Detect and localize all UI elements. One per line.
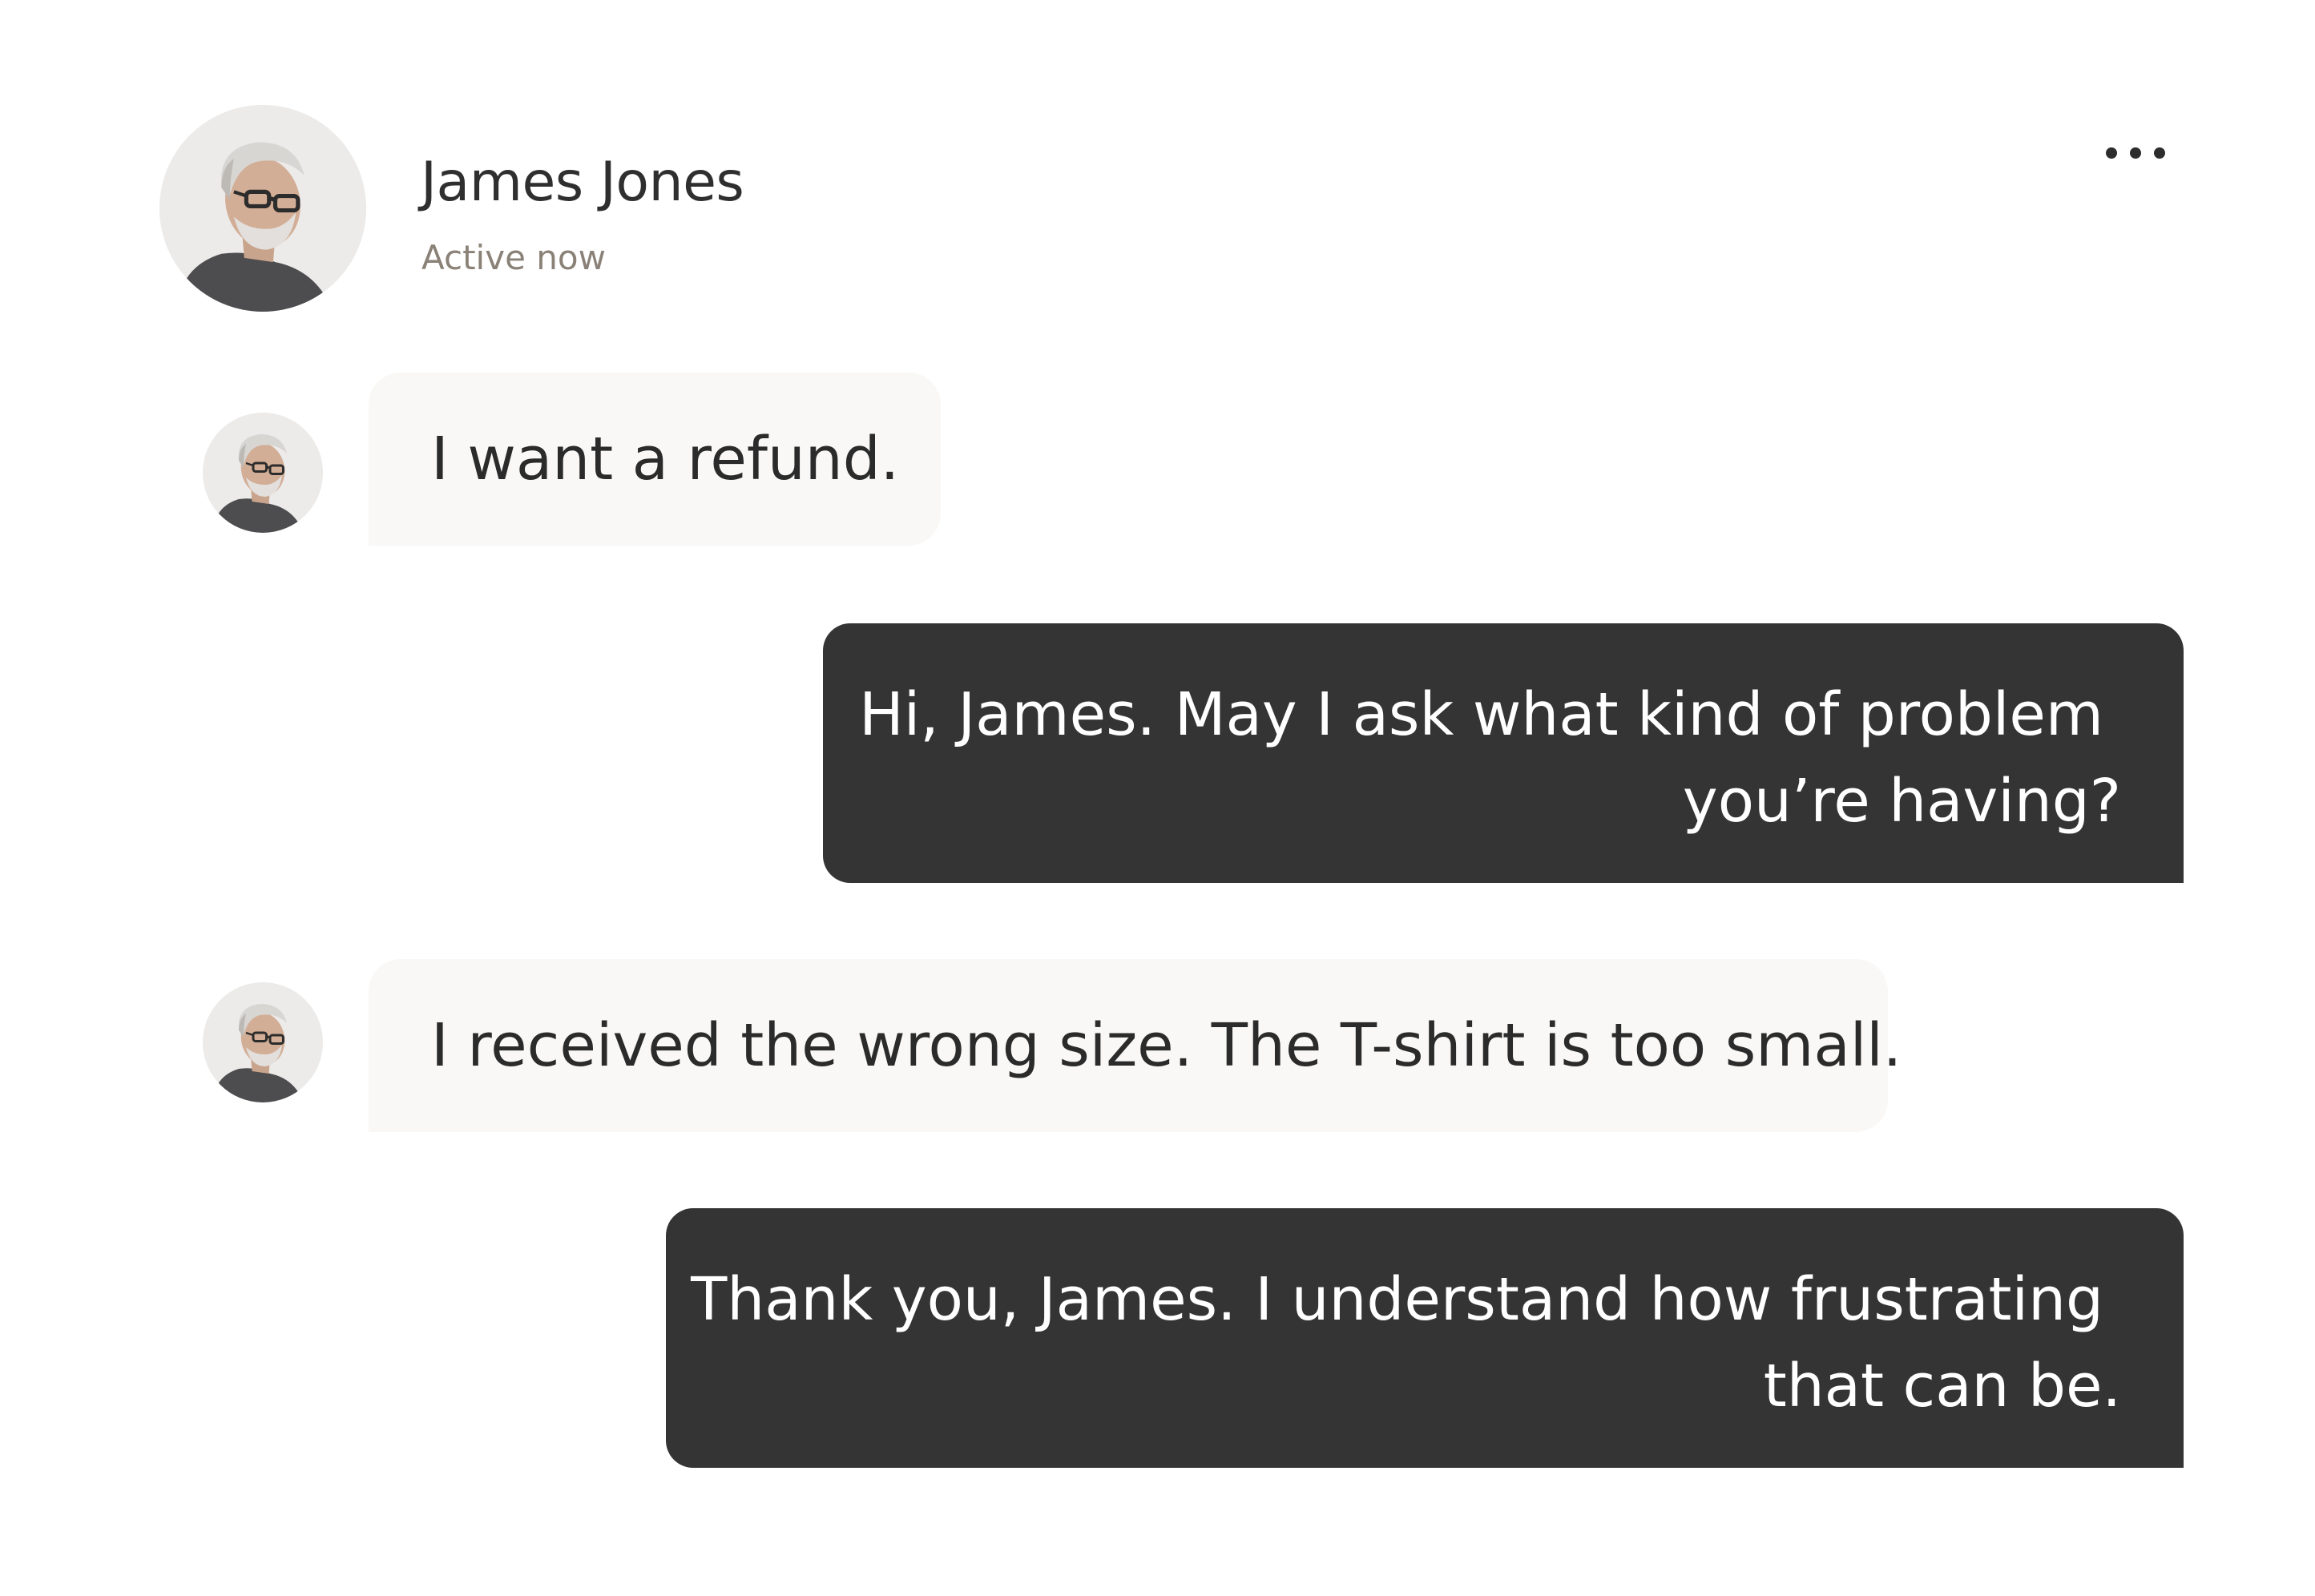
outgoing-message-bubble: Thank you, James. I understand how frust…	[666, 1208, 2184, 1468]
user-photo-avatar	[159, 105, 366, 312]
contact-status: Active now	[421, 238, 606, 277]
more-options-button[interactable]	[2083, 128, 2172, 176]
incoming-message-bubble: I received the wrong size. The T-shirt i…	[369, 959, 1902, 1132]
contact-avatar[interactable]	[159, 105, 366, 312]
message-text: I want a refund.	[431, 425, 900, 494]
outgoing-message-bubble: Hi, James. May I ask what kind of proble…	[823, 623, 2184, 883]
message-avatar[interactable]	[203, 413, 323, 533]
message-text: I received the wrong size. The T-shirt i…	[431, 1011, 1902, 1080]
contact-name: James Jones	[421, 151, 744, 214]
incoming-message-bubble: I want a refund.	[369, 373, 941, 546]
message-text: Hi, James. May I ask what kind of proble…	[859, 680, 2103, 749]
user-photo-avatar	[203, 413, 323, 533]
message-text: Thank you, James. I understand how frust…	[691, 1265, 2103, 1334]
user-photo-avatar	[203, 982, 323, 1102]
message-avatar[interactable]	[203, 982, 323, 1102]
message-text: that can be.	[1763, 1352, 2121, 1421]
message-text: you’re having?	[1682, 767, 2121, 836]
